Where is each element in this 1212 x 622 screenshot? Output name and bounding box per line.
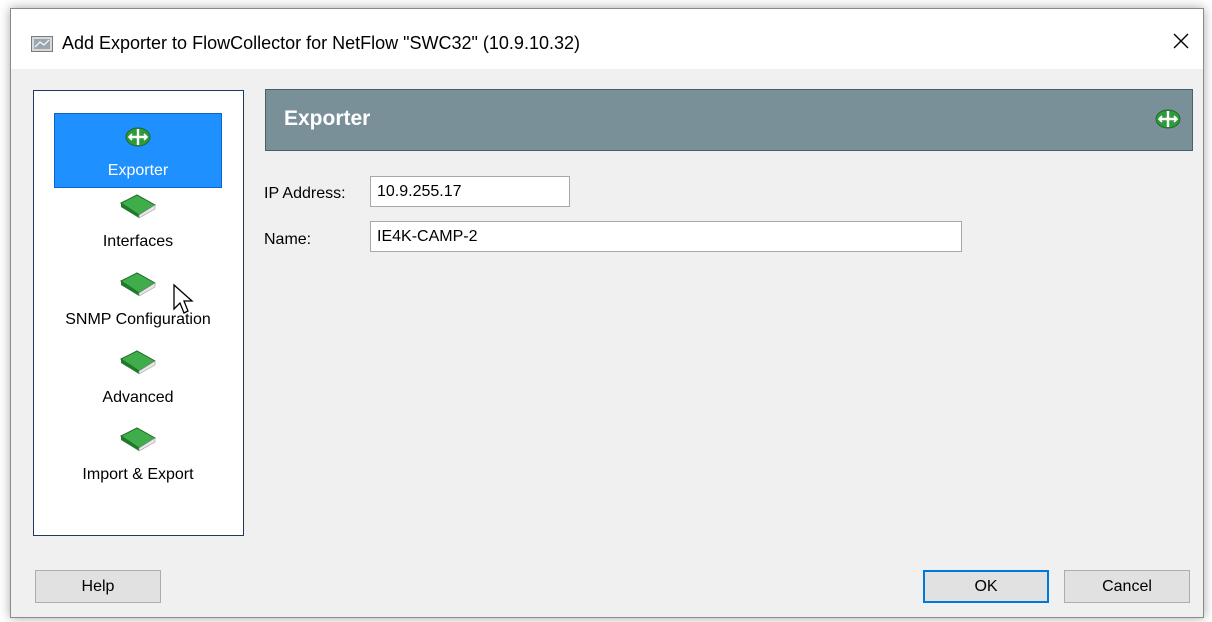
mouse-cursor-icon (173, 283, 194, 314)
nav-item-import-export[interactable]: Import & Export (54, 424, 222, 494)
book-icon (120, 194, 156, 219)
section-title: Exporter (284, 107, 371, 130)
section-header: Exporter (265, 89, 1193, 151)
cancel-button[interactable]: Cancel (1064, 570, 1190, 603)
ip-address-label: IP Address: (264, 185, 346, 202)
title-bar: Add Exporter to FlowCollector for NetFlo… (11, 9, 1203, 69)
nav-item-interfaces[interactable]: Interfaces (54, 191, 222, 261)
window-title: Add Exporter to FlowCollector for NetFlo… (62, 33, 580, 53)
nav-item-snmp-configuration[interactable]: SNMP Configuration (44, 269, 232, 341)
help-button[interactable]: Help (35, 570, 161, 603)
close-button[interactable] (1163, 23, 1199, 59)
book-icon (120, 272, 156, 297)
nav-item-advanced[interactable]: Advanced (54, 347, 222, 417)
nav-item-exporter[interactable]: Exporter (54, 113, 222, 188)
book-icon (120, 350, 156, 375)
nav-item-label: Exporter (107, 162, 169, 179)
nav-item-label: Import & Export (82, 466, 194, 483)
name-label: Name: (264, 231, 312, 248)
close-icon (1173, 33, 1189, 49)
nav-item-label: SNMP Configuration (65, 311, 211, 328)
app-icon (31, 36, 53, 52)
nav-item-label: Interfaces (102, 233, 174, 250)
ok-button[interactable]: OK (923, 570, 1049, 603)
exporter-icon (125, 127, 151, 147)
nav-item-label: Advanced (102, 389, 174, 406)
ip-address-input[interactable] (370, 176, 570, 207)
name-input[interactable] (370, 221, 962, 252)
exporter-icon (1155, 109, 1181, 129)
nav-panel: Exporter Interfaces SNMP Configuration A… (33, 90, 244, 536)
book-icon (120, 427, 156, 452)
